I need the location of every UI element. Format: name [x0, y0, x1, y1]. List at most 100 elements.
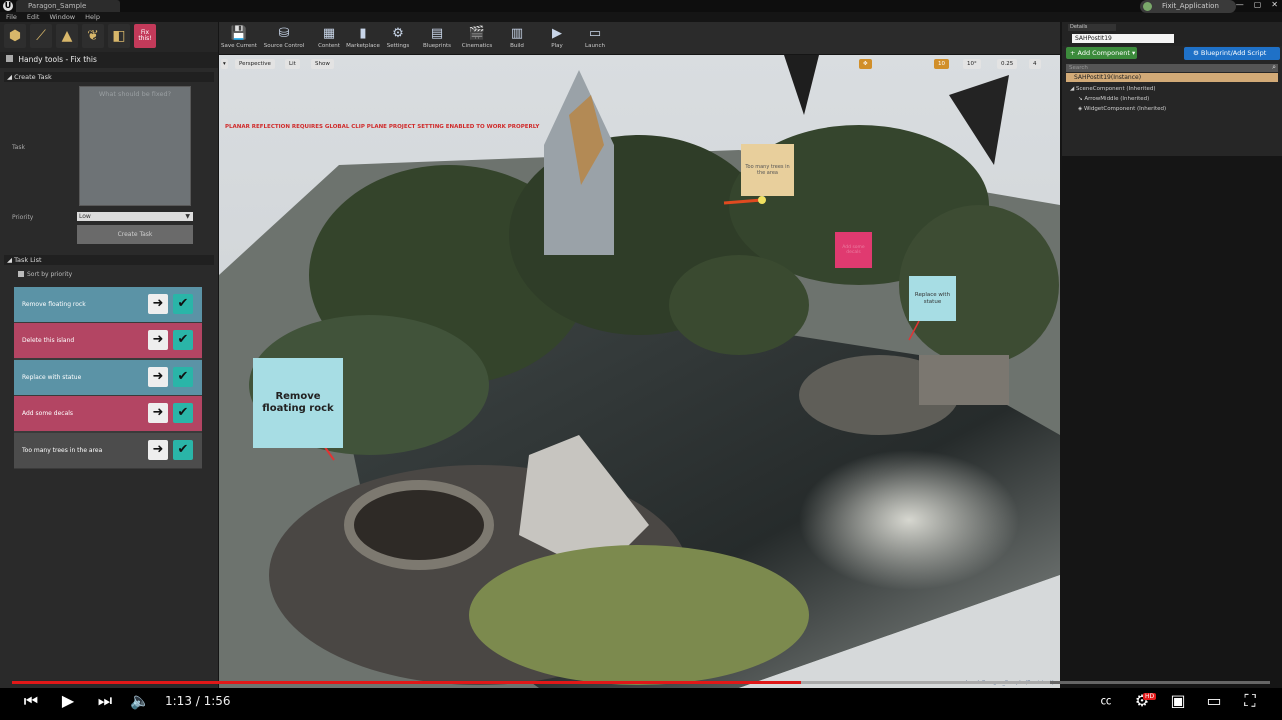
rotation-snap-button[interactable]: 10°: [963, 59, 981, 69]
document-tab[interactable]: Paragon_Sample: [16, 0, 120, 12]
content-button[interactable]: ▦ Content: [311, 24, 347, 52]
captions-icon: ㏄: [1100, 694, 1112, 707]
app-name: Fixit_Application: [1162, 2, 1219, 10]
os-taskbar: [0, 710, 1282, 720]
build-button[interactable]: ▥ Build: [499, 24, 535, 52]
add-component-button[interactable]: + Add Component ▾: [1066, 47, 1137, 59]
sticky-note-rock[interactable]: Remove floating rock: [253, 358, 343, 448]
source-control-button[interactable]: ⛁ Source Control: [263, 24, 305, 52]
leaf-icon: ❦: [87, 28, 99, 44]
geometry-mode-button[interactable]: ◧: [108, 24, 130, 48]
panel-title: Handy tools - Fix this: [18, 55, 97, 64]
launch-button[interactable]: ▭ Launch: [577, 24, 613, 52]
task-list: Remove floating rock ➜ ✔ Delete this isl…: [14, 287, 202, 469]
checkmark-icon[interactable]: ✔: [173, 330, 193, 350]
previous-button[interactable]: ⏮: [22, 691, 40, 711]
task-row[interactable]: Replace with statue ➜ ✔: [14, 360, 202, 395]
checkmark-icon[interactable]: ✔: [173, 440, 193, 460]
title-bar: U Paragon_Sample Fixit_Application — ▢ ✕: [0, 0, 1282, 13]
task-input[interactable]: What should be fixed?: [79, 86, 191, 206]
sticky-note-trees[interactable]: Too many trees in the area: [741, 144, 794, 196]
menu-window[interactable]: Window: [49, 12, 75, 22]
maximize-button[interactable]: ▢: [1254, 0, 1262, 9]
sticky-note-statue[interactable]: Replace with statue: [909, 276, 956, 321]
task-text: Delete this island: [22, 337, 75, 344]
launch-label: Launch: [585, 43, 605, 49]
theater-mode-button[interactable]: ▭: [1204, 691, 1224, 711]
menu-help[interactable]: Help: [85, 12, 100, 22]
checkmark-icon[interactable]: ✔: [173, 294, 193, 314]
details-panel: Details SAHPostIt19 + Add Component ▾ ⚙ …: [1062, 22, 1282, 688]
skip-forward-icon: ⏭: [97, 691, 113, 710]
progress-played[interactable]: [12, 681, 801, 684]
tree-item-widget-component[interactable]: ◈ WidgetComponent (Inherited): [1078, 105, 1166, 114]
paint-mode-button[interactable]: ⟋: [30, 24, 52, 48]
play-button[interactable]: ▶ Play: [539, 24, 575, 52]
sort-by-priority[interactable]: Sort by priority: [18, 271, 72, 279]
foliage-mode-button[interactable]: ❦: [82, 24, 104, 48]
fullscreen-button[interactable]: ⛶: [1240, 691, 1260, 711]
show-button[interactable]: Show: [311, 59, 334, 69]
miniplayer-button[interactable]: ▣: [1168, 691, 1188, 711]
create-task-button[interactable]: Create Task: [77, 225, 193, 244]
goto-arrow-icon[interactable]: ➜: [148, 403, 168, 423]
tree-item-arrow-middle[interactable]: ↘ ArrowMiddle (Inherited): [1078, 95, 1149, 104]
speaker-icon: 🔈: [130, 691, 150, 710]
captions-button[interactable]: ㏄: [1096, 691, 1116, 711]
tree-item-scene-component[interactable]: ◢ SceneComponent (Inherited): [1070, 85, 1156, 94]
lit-button[interactable]: Lit: [285, 59, 300, 69]
blueprint-add-script-button[interactable]: ⚙ Blueprint/Add Script: [1184, 47, 1280, 60]
app-name-pill[interactable]: Fixit_Application: [1140, 0, 1236, 13]
fix-this-mode-button[interactable]: Fix this!: [134, 24, 156, 48]
close-button[interactable]: ✕: [1271, 0, 1278, 9]
play-pause-button[interactable]: ▶: [58, 691, 78, 711]
grid-snap-button[interactable]: 10: [934, 59, 949, 69]
goto-arrow-icon[interactable]: ➜: [148, 367, 168, 387]
viewport-options-button[interactable]: ▾: [221, 59, 228, 69]
goto-arrow-icon[interactable]: ➜: [148, 330, 168, 350]
next-button[interactable]: ⏭: [96, 691, 114, 711]
checkmark-icon[interactable]: ✔: [173, 403, 193, 423]
marketplace-button[interactable]: ▮ Marketplace: [345, 24, 381, 52]
menu-file[interactable]: File: [6, 12, 17, 22]
priority-select[interactable]: Low ▼: [77, 212, 193, 221]
task-row[interactable]: Remove floating rock ➜ ✔: [14, 287, 202, 322]
component-search-input[interactable]: Search: [1066, 64, 1278, 72]
task-row[interactable]: Delete this island ➜ ✔: [14, 323, 202, 358]
play-label: Play: [551, 43, 563, 49]
goto-arrow-icon[interactable]: ➜: [148, 440, 168, 460]
settings-button[interactable]: ⚙ Settings: [380, 24, 416, 52]
task-row[interactable]: Add some decals ➜ ✔: [14, 396, 202, 431]
camera-speed-button[interactable]: 4: [1029, 59, 1041, 69]
landscape-mode-button[interactable]: ▲: [56, 24, 78, 48]
save-current-button[interactable]: 💾 Save Current: [221, 24, 257, 52]
viewport-toolbar: ▾ Perspective Lit Show ✥ 10 10° 0.25 4: [219, 55, 1060, 73]
sticky-note-decals[interactable]: Add some decals: [835, 232, 872, 268]
perspective-button[interactable]: Perspective: [235, 59, 275, 69]
task-list-section[interactable]: ◢ Task List: [4, 255, 214, 265]
camera-speed-value: 4: [1033, 61, 1037, 67]
create-task-section[interactable]: ◢ Create Task: [4, 72, 214, 82]
cinematics-button[interactable]: 🎬 Cinematics: [459, 24, 495, 52]
sort-checkbox[interactable]: [18, 271, 24, 277]
minimize-button[interactable]: —: [1236, 0, 1244, 9]
scale-snap-button[interactable]: 0.25: [997, 59, 1018, 69]
translate-tool-icon[interactable]: ✥: [859, 59, 872, 69]
progress-buffered: [801, 681, 1050, 684]
goto-arrow-icon[interactable]: ➜: [148, 294, 168, 314]
panel-header: Handy tools - Fix this: [0, 52, 218, 68]
miniplayer-icon: ▣: [1170, 691, 1186, 710]
volume-button[interactable]: 🔈: [130, 691, 150, 711]
blueprints-button[interactable]: ▤ Blueprints: [419, 24, 455, 52]
details-tab[interactable]: Details: [1068, 24, 1116, 31]
instance-row[interactable]: SAHPostIt19(Instance): [1066, 73, 1278, 82]
menu-edit[interactable]: Edit: [27, 12, 40, 22]
actor-name-field[interactable]: SAHPostIt19: [1072, 34, 1174, 43]
place-mode-button[interactable]: ⬢: [4, 24, 26, 48]
checkmark-icon[interactable]: ✔: [173, 367, 193, 387]
priority-label: Priority: [12, 214, 34, 221]
task-row[interactable]: Too many trees in the area ➜ ✔: [14, 433, 202, 468]
save-current-label: Save Current: [221, 43, 257, 49]
level-scene-image: [219, 55, 1060, 688]
level-viewport[interactable]: ▾ Perspective Lit Show ✥ 10 10° 0.25 4 P…: [219, 55, 1060, 688]
